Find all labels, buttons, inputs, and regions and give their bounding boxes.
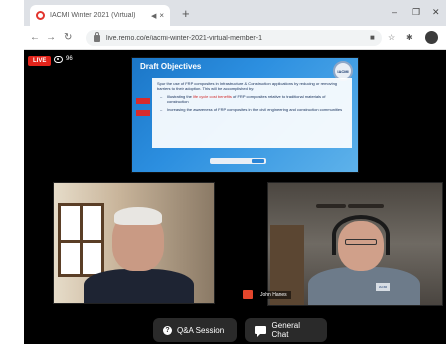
participant-name-tag: John Hanes xyxy=(243,290,291,299)
left-gutter xyxy=(0,0,24,344)
reload-icon[interactable]: ↻ xyxy=(64,32,72,44)
viewers-eye-icon xyxy=(54,56,63,63)
tab-close-icon[interactable]: × xyxy=(159,11,164,20)
general-chat-button[interactable]: General Chat xyxy=(245,318,327,342)
headset-icon xyxy=(332,215,390,255)
bookmark-star-icon[interactable]: ☆ xyxy=(388,33,395,42)
bullet-text: Increasing the awareness of FRP composit… xyxy=(167,107,343,112)
live-badge: LIVE xyxy=(28,56,52,66)
viewer-count: 96 xyxy=(66,56,73,62)
forward-icon[interactable]: → xyxy=(46,32,56,44)
slide-body: Spur the use of FRP composites in Infras… xyxy=(152,78,352,148)
remo-favicon-icon xyxy=(36,11,45,20)
speaker-hair xyxy=(114,207,162,225)
tab-title: IACMI Winter 2021 (Virtual) xyxy=(50,12,136,19)
back-icon[interactable]: ← xyxy=(30,32,40,44)
slide-bullet: Increasing the awareness of FRP composit… xyxy=(157,107,347,112)
background-window xyxy=(58,203,104,277)
browser-tab[interactable]: IACMI Winter 2021 (Virtual) ◀ × xyxy=(30,5,170,26)
participant-body xyxy=(308,267,420,305)
slide-pager-thumb xyxy=(252,159,264,163)
video-tile-right[interactable]: IACMI xyxy=(267,182,443,306)
maximize-icon[interactable]: ❐ xyxy=(412,7,420,18)
slide-bullet: Illustrating the life cycle cost benefit… xyxy=(157,94,347,104)
event-stage: LIVE 96 Draft Objectives IACMI Spur the … xyxy=(24,50,446,344)
qa-session-button[interactable]: ? Q&A Session xyxy=(153,318,237,342)
minimize-icon[interactable]: – xyxy=(392,7,397,17)
slide-pager[interactable] xyxy=(210,158,266,164)
shirt-logo: IACMI xyxy=(376,283,390,291)
new-tab-button[interactable]: + xyxy=(182,7,190,20)
slide-side-tag xyxy=(136,110,150,116)
bullet-highlight: life cycle cost benefits xyxy=(193,94,232,99)
ceiling-fan xyxy=(316,201,386,211)
mic-muted-icon xyxy=(243,290,253,299)
extensions-icon[interactable]: ✱ xyxy=(406,33,413,42)
speaker-body xyxy=(84,269,194,303)
question-icon: ? xyxy=(163,325,172,335)
video-tile-left[interactable] xyxy=(53,182,215,304)
url-text: live.remo.co/e/iacmi-winter-2021-virtual… xyxy=(106,34,262,42)
slide-title: Draft Objectives xyxy=(140,62,202,71)
glasses xyxy=(345,239,377,245)
participant-name: John Hanes xyxy=(256,290,291,299)
browser-toolbar: ← → ↻ live.remo.co/e/iacmi-winter-2021-v… xyxy=(24,26,446,50)
browser-tabstrip: IACMI Winter 2021 (Virtual) ◀ × + – ❐ ✕ xyxy=(24,0,446,26)
chat-icon xyxy=(255,326,266,337)
close-window-icon[interactable]: ✕ xyxy=(432,7,440,18)
slide-side-tag xyxy=(136,98,150,104)
cast-icon[interactable]: ■ xyxy=(370,33,375,42)
slide-intro-text: Spur the use of FRP composites in Infras… xyxy=(157,81,338,91)
presentation-slide: Draft Objectives IACMI Spur the use of F… xyxy=(131,57,359,173)
lock-icon xyxy=(94,31,100,42)
profile-avatar[interactable] xyxy=(425,31,438,44)
general-chat-label: General Chat xyxy=(271,321,300,339)
tab-audio-icon[interactable]: ◀ xyxy=(151,12,156,20)
qa-session-label: Q&A Session xyxy=(177,325,225,335)
address-bar[interactable]: live.remo.co/e/iacmi-winter-2021-virtual… xyxy=(86,30,382,46)
